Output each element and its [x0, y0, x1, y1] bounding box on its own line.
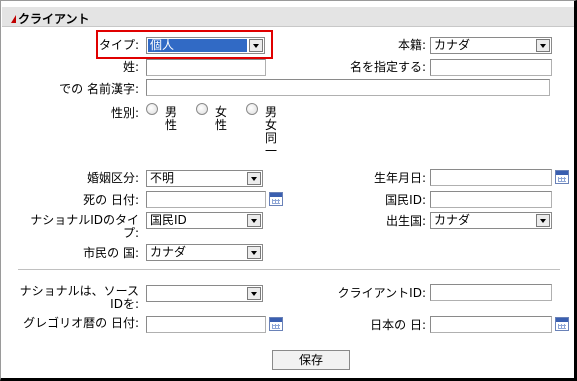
gender-radio-female[interactable]: [196, 103, 208, 115]
gregorian-date-input[interactable]: [146, 316, 266, 333]
calendar-icon[interactable]: [555, 317, 569, 331]
chevron-down-icon[interactable]: [247, 172, 261, 185]
national-id-source-label: ナショナルは、ソースIDを:: [19, 284, 139, 311]
section-title: クライアント: [18, 12, 90, 26]
surname-label: 姓:: [122, 60, 139, 74]
japanese-date-input[interactable]: [430, 316, 552, 333]
kanji-name-label: での 名前漢字:: [59, 82, 139, 96]
save-button[interactable]: 保存: [272, 350, 350, 370]
surname-input[interactable]: [146, 59, 266, 76]
marital-status-select[interactable]: 不明: [146, 170, 263, 187]
national-id-label: 国民ID:: [385, 193, 426, 207]
gender-option-male-label: 男性: [164, 105, 177, 132]
chevron-down-icon[interactable]: [536, 214, 550, 227]
collapse-triangle-icon[interactable]: [11, 15, 16, 23]
birth-date-label: 生年月日:: [373, 171, 426, 185]
chevron-down-icon[interactable]: [247, 214, 261, 227]
given-names-label: 名を指定する:: [349, 60, 426, 74]
client-id-label: クライアントID:: [337, 286, 426, 300]
country-of-birth-label: 出生国:: [385, 214, 426, 228]
client-id-input[interactable]: [430, 284, 552, 301]
gender-option-female-label: 女性: [214, 105, 227, 132]
national-id-type-label: ナショナルIDのタイプ:: [30, 213, 139, 240]
client-form-panel: クライアント タイプ: 個人 本籍: カナダ 姓: 名を指定する: での 名前漢…: [0, 0, 577, 381]
chevron-down-icon[interactable]: [536, 39, 550, 52]
death-date-input[interactable]: [146, 191, 266, 208]
japanese-date-label: 日本の 日:: [370, 318, 426, 332]
kanji-name-input[interactable]: [146, 79, 550, 96]
calendar-icon[interactable]: [269, 192, 283, 206]
gender-label: 性別:: [110, 106, 139, 120]
given-names-input[interactable]: [430, 59, 552, 76]
national-id-input[interactable]: [430, 191, 552, 208]
national-id-type-select[interactable]: 国民ID: [146, 212, 263, 229]
citizenship-select[interactable]: カナダ: [430, 37, 552, 54]
section-header[interactable]: クライアント: [2, 7, 574, 27]
type-label: タイプ:: [98, 38, 139, 52]
calendar-icon[interactable]: [555, 170, 569, 184]
chevron-down-icon[interactable]: [247, 246, 261, 259]
marital-status-label: 婚姻区分:: [86, 171, 139, 185]
birth-date-input[interactable]: [430, 169, 552, 186]
citizen-country-label: 市民の 国:: [83, 246, 139, 260]
gender-option-unisex-label: 男女同一: [264, 105, 277, 158]
gender-radio-unisex[interactable]: [246, 103, 258, 115]
country-of-birth-select[interactable]: カナダ: [430, 212, 552, 229]
national-id-source-select[interactable]: [146, 285, 263, 302]
chevron-down-icon[interactable]: [247, 287, 261, 300]
citizen-country-select[interactable]: カナダ: [146, 244, 263, 261]
citizenship-label: 本籍:: [397, 38, 426, 52]
gregorian-date-label: グレゴリオ暦の 日付:: [23, 316, 139, 330]
type-select[interactable]: 個人: [146, 37, 265, 54]
calendar-icon[interactable]: [269, 317, 283, 331]
chevron-down-icon[interactable]: [249, 39, 263, 52]
gender-radio-male[interactable]: [146, 103, 158, 115]
death-date-label: 死の 日付:: [83, 193, 139, 207]
section-divider: [18, 269, 560, 270]
